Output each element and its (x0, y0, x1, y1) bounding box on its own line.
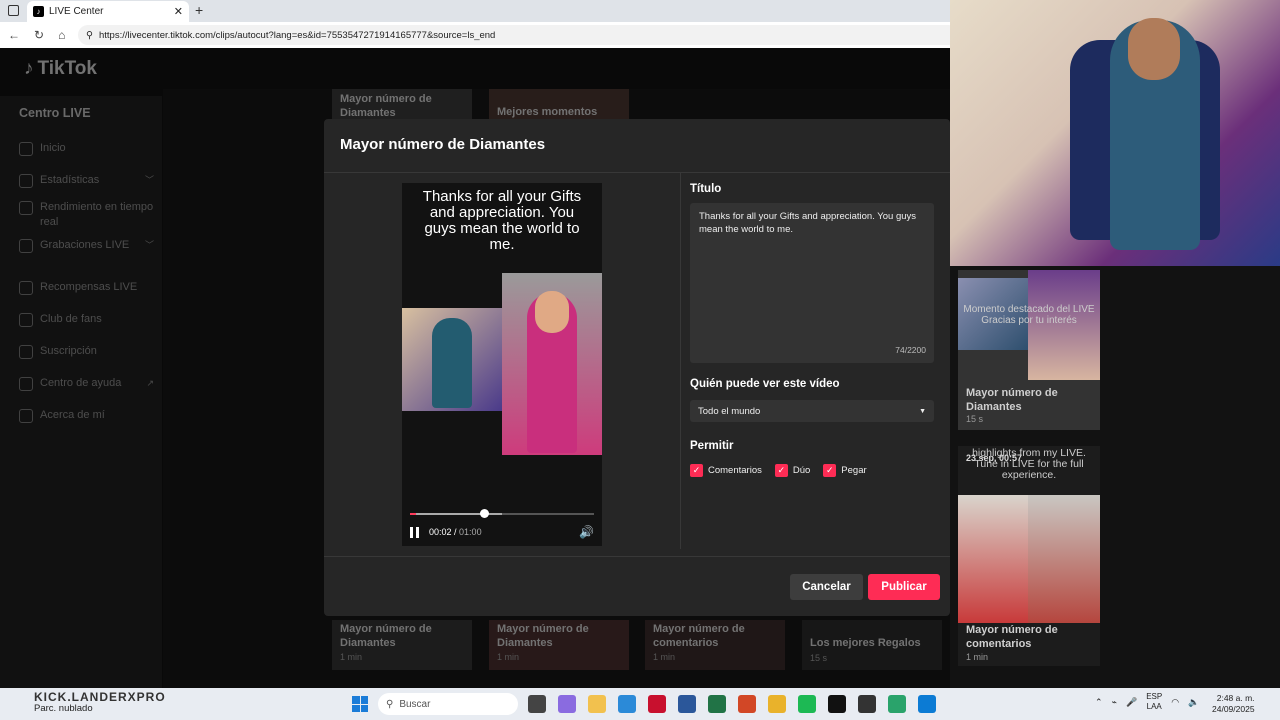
back-icon[interactable]: ← (8, 28, 20, 42)
visibility-label: Quién puede ver este vídeo (690, 378, 840, 390)
language-indicator[interactable]: ESP LAA (1146, 692, 1162, 712)
copilot-icon[interactable] (558, 695, 576, 713)
video-time: 00:02 / 01:00 (429, 527, 482, 537)
title-label: Título (690, 183, 722, 195)
caret-down-icon: ▼ (919, 407, 926, 415)
checkmark-icon: ✓ (823, 464, 837, 477)
store-icon[interactable] (618, 695, 636, 713)
streamer-head (1128, 18, 1180, 80)
divider (324, 556, 950, 557)
title-textarea[interactable]: Thanks for all your Gifts and appreciati… (690, 203, 934, 363)
allow-label: Permitir (690, 440, 734, 452)
video-person (432, 318, 472, 408)
windows-taskbar: KICK.LANDERXPRO Parc. nublado ⚲ Buscar ⌃… (0, 688, 1280, 720)
word-icon[interactable] (678, 695, 696, 713)
permissions-group: ✓ Comentarios ✓ Dúo ✓ Pegar (690, 464, 867, 477)
task-view-icon[interactable] (528, 695, 546, 713)
new-tab-icon[interactable]: + (195, 2, 203, 18)
home-icon[interactable]: ⌂ (58, 28, 65, 42)
start-button[interactable] (352, 696, 368, 712)
clip-thumbnail (958, 495, 1028, 623)
url-text: https://livecenter.tiktok.com/clips/auto… (98, 29, 496, 41)
video-progress-bar[interactable] (410, 509, 594, 518)
refresh-icon[interactable]: ↻ (34, 28, 44, 42)
site-info-icon[interactable]: ⚲ (86, 30, 93, 41)
clip-card[interactable]: Momento destacado del LIVE Gracias por t… (958, 270, 1100, 430)
clock[interactable]: 2:48 a. m. 24/09/2025 (1212, 693, 1255, 715)
publish-button[interactable]: Publicar (868, 574, 940, 600)
app-icon[interactable] (888, 695, 906, 713)
taskbar-apps (528, 695, 936, 713)
checkmark-icon: ✓ (690, 464, 703, 477)
checkmark-icon: ✓ (774, 464, 788, 477)
url-field[interactable]: ⚲ https://livecenter.tiktok.com/clips/au… (78, 25, 958, 45)
video-cam-left (402, 308, 502, 411)
webcam-overlay (950, 0, 1280, 266)
microphone-icon[interactable]: 🎤 (1126, 697, 1137, 708)
stream-watermark: KICK.LANDERXPRO (34, 690, 166, 704)
close-tab-icon[interactable]: ✕ (174, 5, 183, 18)
weather-widget[interactable]: KICK.LANDERXPRO Parc. nublado (34, 690, 166, 714)
video-preview[interactable]: Thanks for all your Gifts and appreciati… (402, 183, 602, 546)
clip-thumbnail (1028, 495, 1100, 623)
speaker-icon[interactable]: 🔈 (1188, 697, 1199, 708)
allow-comments-checkbox[interactable]: ✓ Comentarios (690, 464, 762, 477)
cancel-button[interactable]: Cancelar (790, 574, 863, 600)
tab-actions-icon[interactable] (8, 5, 19, 16)
powerpoint-icon[interactable] (738, 695, 756, 713)
clip-card[interactable]: 23 sep, 00:57 highlights from my LIVE. T… (958, 446, 1100, 666)
allow-stitch-checkbox[interactable]: ✓ Pegar (823, 464, 867, 477)
allow-duo-checkbox[interactable]: ✓ Dúo (774, 464, 810, 477)
pause-icon[interactable] (410, 526, 419, 538)
modal-title: Mayor número de Diamantes (340, 136, 546, 153)
video-progress-fill (410, 513, 417, 515)
obs-icon[interactable] (858, 695, 876, 713)
publish-clip-modal: Mayor número de Diamantes Thanks for all… (324, 119, 950, 616)
tiktok-icon[interactable] (828, 695, 846, 713)
video-cam-right (502, 273, 602, 455)
video-controls: 00:02 / 01:00 🔊 (410, 525, 594, 539)
system-tray: ⌃ ⌁ 🎤 ESP LAA ◠ 🔈 (1095, 692, 1199, 712)
search-icon: ⚲ (386, 698, 394, 710)
chevron-up-icon[interactable]: ⌃ (1095, 697, 1103, 708)
video-caption: Thanks for all your Gifts and appreciati… (422, 188, 582, 253)
chrome-icon[interactable] (768, 695, 786, 713)
wifi-icon[interactable]: ◠ (1171, 697, 1179, 708)
char-counter: 74/2200 (895, 345, 926, 355)
divider (324, 172, 950, 173)
tiktok-favicon-icon: ♪ (33, 6, 44, 17)
opera-icon[interactable] (648, 695, 666, 713)
taskbar-search[interactable]: ⚲ Buscar (378, 693, 518, 715)
excel-icon[interactable] (708, 695, 726, 713)
visibility-select[interactable]: Todo el mundo ▼ (690, 400, 934, 422)
divider (680, 173, 681, 549)
spotify-icon[interactable] (798, 695, 816, 713)
network-icon[interactable]: ⌁ (1112, 697, 1117, 708)
file-explorer-icon[interactable] (588, 695, 606, 713)
video-person-head (535, 291, 569, 333)
volume-icon[interactable]: 🔊 (579, 525, 594, 539)
right-clips-column: Momento destacado del LIVE Gracias por t… (950, 266, 1280, 688)
video-progress-knob[interactable] (479, 509, 489, 518)
tab-title: LIVE Center (49, 6, 104, 17)
edge-icon[interactable] (918, 695, 936, 713)
browser-tab[interactable]: ♪ LIVE Center ✕ (27, 1, 189, 22)
